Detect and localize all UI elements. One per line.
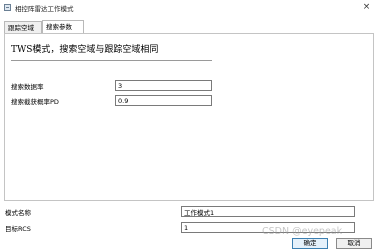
close-icon[interactable]: × <box>361 2 372 13</box>
search-params-panel: TWS模式，搜索空域与跟踪空域相同 搜索数据率 搜索截获概率PD <box>4 33 374 201</box>
ok-button[interactable]: 确定 <box>292 238 328 249</box>
search-data-rate-input[interactable] <box>115 80 212 91</box>
cancel-button[interactable]: 取消 <box>336 238 372 249</box>
search-data-rate-label: 搜索数据率 <box>11 83 44 91</box>
tab-search-params[interactable]: 搜索参数 <box>42 20 84 33</box>
search-capture-probability-input[interactable] <box>115 95 212 106</box>
search-capture-probability-label: 搜索截获概率PD <box>11 98 59 106</box>
target-rcs-label: 目标RCS <box>5 225 31 233</box>
heading-divider <box>11 60 212 62</box>
tab-tracking-airspace[interactable]: 跟踪空域 <box>4 21 42 33</box>
app-icon <box>4 4 11 11</box>
window-title: 相控阵雷达工作模式 <box>15 5 74 13</box>
mode-name-input[interactable] <box>181 206 355 217</box>
title-bar: 相控阵雷达工作模式 × <box>0 0 378 15</box>
watermark: CSDN @eyepeak <box>262 226 343 237</box>
mode-name-label: 模式名称 <box>5 209 31 217</box>
panel-heading: TWS模式，搜索空域与跟踪空域相同 <box>11 45 159 55</box>
